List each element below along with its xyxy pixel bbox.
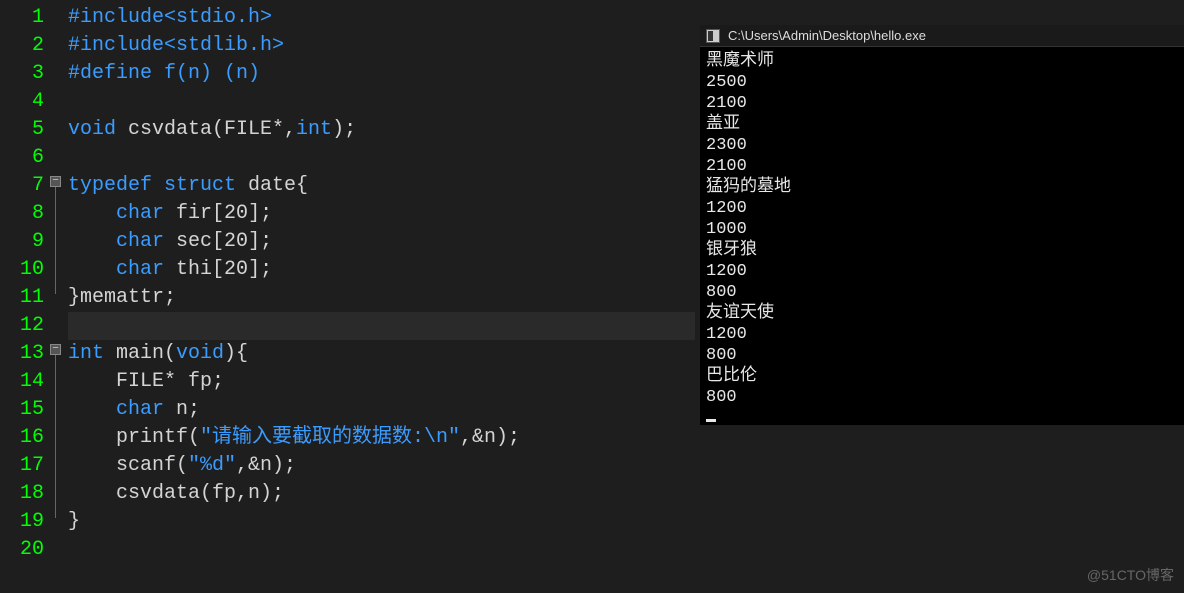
code-line[interactable]: printf("请输入要截取的数据数:\n",&n); xyxy=(68,424,695,452)
console-line: 2100 xyxy=(706,93,1178,114)
code-line[interactable]: typedef struct date{ xyxy=(68,172,695,200)
console-line: 2100 xyxy=(706,156,1178,177)
watermark: @51CTO博客 xyxy=(1087,565,1174,585)
code-line[interactable]: #include<stdlib.h> xyxy=(68,32,695,60)
code-line[interactable] xyxy=(68,536,695,564)
console-line: 2300 xyxy=(706,135,1178,156)
console-output: 黑魔术师25002100盖亚23002100猛犸的墓地12001000银牙狼12… xyxy=(700,47,1184,433)
line-number: 9 xyxy=(0,228,50,256)
fold-collapse-icon[interactable]: − xyxy=(50,176,61,187)
line-number: 16 xyxy=(0,424,50,452)
console-icon xyxy=(706,29,720,43)
line-number: 3 xyxy=(0,60,50,88)
line-number: 14 xyxy=(0,368,50,396)
console-line: 1000 xyxy=(706,219,1178,240)
line-number-gutter: 1234567891011121314151617181920 xyxy=(0,0,50,593)
console-line: 盖亚 xyxy=(706,114,1178,135)
line-number: 8 xyxy=(0,200,50,228)
line-number: 7 xyxy=(0,172,50,200)
fold-collapse-icon[interactable]: − xyxy=(50,344,61,355)
console-titlebar[interactable]: C:\Users\Admin\Desktop\hello.exe xyxy=(700,25,1184,47)
line-number: 15 xyxy=(0,396,50,424)
console-line: 1200 xyxy=(706,324,1178,345)
code-line[interactable] xyxy=(68,312,695,340)
code-line[interactable]: int main(void){ xyxy=(68,340,695,368)
line-number: 17 xyxy=(0,452,50,480)
console-line: 800 xyxy=(706,345,1178,366)
line-number: 2 xyxy=(0,32,50,60)
code-line[interactable]: csvdata(fp,n); xyxy=(68,480,695,508)
console-line: 2500 xyxy=(706,72,1178,93)
console-title: C:\Users\Admin\Desktop\hello.exe xyxy=(728,28,926,43)
line-number: 6 xyxy=(0,144,50,172)
line-number: 13 xyxy=(0,340,50,368)
console-line: 银牙狼 xyxy=(706,240,1178,261)
console-line: 猛犸的墓地 xyxy=(706,177,1178,198)
line-number: 5 xyxy=(0,116,50,144)
code-line[interactable] xyxy=(68,88,695,116)
line-number: 11 xyxy=(0,284,50,312)
code-line[interactable]: char n; xyxy=(68,396,695,424)
line-number: 19 xyxy=(0,508,50,536)
console-line: 800 xyxy=(706,387,1178,408)
fold-gutter[interactable]: −− xyxy=(50,0,68,593)
console-line: 1200 xyxy=(706,261,1178,282)
code-line[interactable]: }memattr; xyxy=(68,284,695,312)
code-line[interactable]: #define f(n) (n) xyxy=(68,60,695,88)
code-line[interactable]: #include<stdio.h> xyxy=(68,4,695,32)
code-line[interactable]: } xyxy=(68,508,695,536)
console-line: 巴比伦 xyxy=(706,366,1178,387)
line-number: 12 xyxy=(0,312,50,340)
code-line[interactable]: void csvdata(FILE*,int); xyxy=(68,116,695,144)
console-window[interactable]: C:\Users\Admin\Desktop\hello.exe 黑魔术师250… xyxy=(700,25,1184,425)
code-line[interactable] xyxy=(68,144,695,172)
line-number: 20 xyxy=(0,536,50,564)
console-line: 800 xyxy=(706,282,1178,303)
code-area[interactable]: #include<stdio.h>#include<stdlib.h>#defi… xyxy=(68,0,695,593)
line-number: 1 xyxy=(0,4,50,32)
line-number: 18 xyxy=(0,480,50,508)
console-line: 友谊天使 xyxy=(706,303,1178,324)
code-editor[interactable]: 1234567891011121314151617181920 −− #incl… xyxy=(0,0,695,593)
console-line: 黑魔术师 xyxy=(706,51,1178,72)
code-line[interactable]: scanf("%d",&n); xyxy=(68,452,695,480)
code-line[interactable]: char thi[20]; xyxy=(68,256,695,284)
line-number: 10 xyxy=(0,256,50,284)
code-line[interactable]: char sec[20]; xyxy=(68,228,695,256)
console-cursor xyxy=(706,419,716,422)
code-line[interactable]: char fir[20]; xyxy=(68,200,695,228)
line-number: 4 xyxy=(0,88,50,116)
code-line[interactable]: FILE* fp; xyxy=(68,368,695,396)
console-line: 1200 xyxy=(706,198,1178,219)
